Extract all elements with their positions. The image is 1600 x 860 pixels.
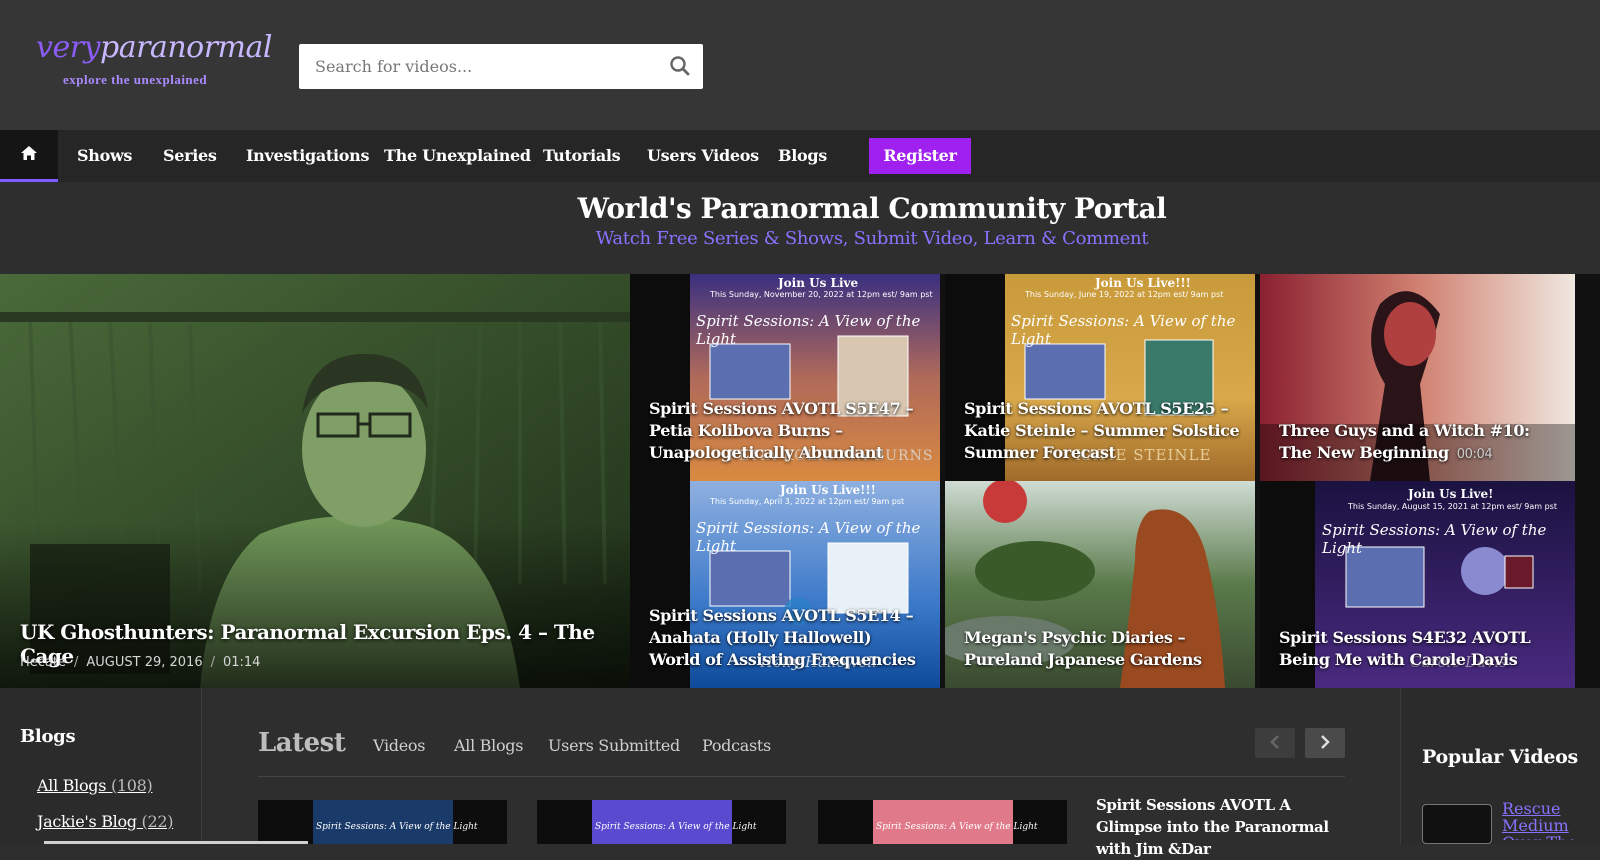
- latest-thumb-text: Spirit Sessions: A View of the Light: [316, 822, 478, 832]
- logo-wordmark: veryparanormal: [36, 30, 272, 66]
- register-button[interactable]: Register: [869, 138, 971, 174]
- tile-duration: 00:04: [1456, 447, 1493, 462]
- chevron-right-icon: [1320, 734, 1330, 753]
- featured-tile[interactable]: Megan's Psychic Diaries – Pureland Japan…: [945, 481, 1255, 688]
- nav-tutorials[interactable]: Tutorials: [543, 130, 621, 182]
- latest-heading: Latest: [258, 728, 346, 758]
- latest-thumb-text: Spirit Sessions: A View of the Light: [876, 822, 1038, 832]
- latest-thumbnail[interactable]: Spirit Sessions: A View of the Light: [258, 800, 507, 844]
- nav-blogs[interactable]: Blogs: [778, 130, 827, 182]
- blogs-sidebar: Blogs All Blogs (108) Jackie's Blog (22): [0, 688, 202, 844]
- tile-thumb-date: This Sunday, August 15, 2021 at 12pm est…: [1348, 502, 1557, 511]
- featured-main-author[interactable]: Hecate: [20, 655, 66, 670]
- chevron-left-icon: [1270, 734, 1280, 753]
- blog-link-jackie[interactable]: Jackie's Blog (22): [37, 812, 173, 831]
- tile-thumb-heading: Join Us Live!!!: [1095, 276, 1191, 290]
- tab-all-blogs[interactable]: All Blogs: [454, 736, 523, 755]
- search-box: [299, 44, 703, 89]
- tile-thumb-session: Spirit Sessions: A View of the Light: [1011, 312, 1236, 348]
- featured-main-duration: 01:14: [222, 655, 261, 670]
- logo-part-very: very: [36, 30, 101, 65]
- popular-sidebar: Popular Videos Rescue Medium Over The Ra…: [1400, 688, 1600, 844]
- blog-link-count: (22): [141, 812, 174, 831]
- blog-link-label[interactable]: Jackie's Blog: [37, 812, 137, 831]
- tile-thumb-session: Spirit Sessions: A View of the Light: [696, 519, 921, 555]
- blog-link-count: (108): [110, 776, 153, 795]
- featured-tile[interactable]: Three Guys and a Witch #10: The New Begi…: [1260, 274, 1575, 481]
- logo-part-paranormal: paranormal: [100, 30, 272, 65]
- tab-videos[interactable]: Videos: [373, 736, 425, 755]
- portal-subtitle: Watch Free Series & Shows, Submit Video,…: [595, 228, 1149, 249]
- site-header: veryparanormal explore the unexplained: [0, 0, 1600, 130]
- search-icon[interactable]: [669, 55, 691, 77]
- latest-section: Latest Videos All Blogs Users Submitted …: [202, 688, 1400, 858]
- latest-item-title[interactable]: Spirit Sessions AVOTL A Glimpse into the…: [1096, 794, 1356, 860]
- blog-link-label[interactable]: All Blogs: [37, 776, 106, 795]
- latest-thumbnail[interactable]: Spirit Sessions: A View of the Light: [537, 800, 786, 844]
- tile-thumb-date: This Sunday, April 3, 2022 at 12pm est/ …: [710, 497, 905, 506]
- latest-prev-button[interactable]: [1255, 728, 1295, 758]
- featured-tile-partial: [1580, 274, 1600, 688]
- nav-users-videos[interactable]: Users Videos: [647, 130, 759, 182]
- nav-the-unexplained[interactable]: The Unexplained: [384, 130, 531, 182]
- latest-next-button[interactable]: [1305, 728, 1345, 758]
- featured-main-date: AUGUST 29, 2016: [86, 655, 203, 670]
- tile-thumb-date: This Sunday, June 19, 2022 at 12pm est/ …: [1025, 290, 1224, 299]
- latest-divider: [258, 776, 1345, 777]
- blog-link-all[interactable]: All Blogs (108): [37, 776, 153, 795]
- featured-tile[interactable]: Join Us Live! This Sunday, August 15, 20…: [1260, 481, 1575, 688]
- tile-thumb-heading: Join Us Live!!!: [780, 483, 876, 497]
- tile-thumb-session: Spirit Sessions: A View of the Light: [696, 312, 921, 348]
- nav-series[interactable]: Series: [163, 130, 217, 182]
- nav-shows[interactable]: Shows: [77, 130, 132, 182]
- tile-thumb-session: Spirit Sessions: A View of the Light: [1322, 521, 1547, 557]
- blogs-heading: Blogs: [20, 726, 76, 747]
- featured-grid: UK Ghosthunters: Paranormal Excursion Ep…: [0, 274, 1600, 688]
- tile-title[interactable]: Spirit Sessions AVOTL S5E14 – Anahata (H…: [649, 605, 926, 671]
- logo-tagline: explore the unexplained: [63, 72, 208, 87]
- featured-tile[interactable]: Join Us Live!!! This Sunday, June 19, 20…: [945, 274, 1255, 481]
- featured-main-meta: Hecate / AUGUST 29, 2016/01:14: [20, 655, 261, 670]
- featured-tile[interactable]: Join Us Live!!! This Sunday, April 3, 20…: [630, 481, 940, 688]
- tile-title[interactable]: Megan's Psychic Diaries – Pureland Japan…: [964, 627, 1241, 671]
- tile-title[interactable]: Spirit Sessions AVOTL S5E25 – Katie Stei…: [964, 398, 1241, 464]
- popular-link[interactable]: Rescue Medium Over The Rainbow: [1502, 800, 1600, 840]
- latest-thumbnail[interactable]: Spirit Sessions: A View of the Light: [818, 800, 1067, 844]
- nav-home[interactable]: [0, 130, 58, 182]
- tab-users-submitted[interactable]: Users Submitted: [548, 736, 680, 755]
- featured-tile[interactable]: Join Us Live This Sunday, November 20, 2…: [630, 274, 940, 481]
- search-input[interactable]: [299, 44, 659, 89]
- tile-thumb-heading: Join Us Live: [778, 276, 859, 290]
- site-logo[interactable]: veryparanormal explore the unexplained: [36, 30, 272, 100]
- tile-thumb-heading: Join Us Live!: [1408, 487, 1494, 501]
- portal-title: World's Paranormal Community Portal: [577, 192, 1167, 225]
- main-nav: Shows Series Investigations The Unexplai…: [0, 130, 1600, 182]
- tile-title[interactable]: Three Guys and a Witch #10: The New Begi…: [1279, 420, 1561, 466]
- tile-title[interactable]: Spirit Sessions S4E32 AVOTL Being Me wit…: [1279, 627, 1561, 671]
- tile-title[interactable]: Spirit Sessions AVOTL S5E47 – Petia Koli…: [649, 398, 926, 464]
- tile-thumb-date: This Sunday, November 20, 2022 at 12pm e…: [710, 290, 933, 299]
- latest-thumb-text: Spirit Sessions: A View of the Light: [595, 822, 757, 832]
- popular-thumbnail[interactable]: [1422, 804, 1492, 844]
- nav-investigations[interactable]: Investigations: [246, 130, 370, 182]
- home-icon: [20, 145, 38, 165]
- tab-podcasts[interactable]: Podcasts: [702, 736, 771, 755]
- popular-heading: Popular Videos: [1422, 746, 1578, 768]
- tile-title-text[interactable]: Three Guys and a Witch #10: The New Begi…: [1279, 421, 1530, 462]
- featured-main-video[interactable]: UK Ghosthunters: Paranormal Excursion Ep…: [0, 274, 630, 688]
